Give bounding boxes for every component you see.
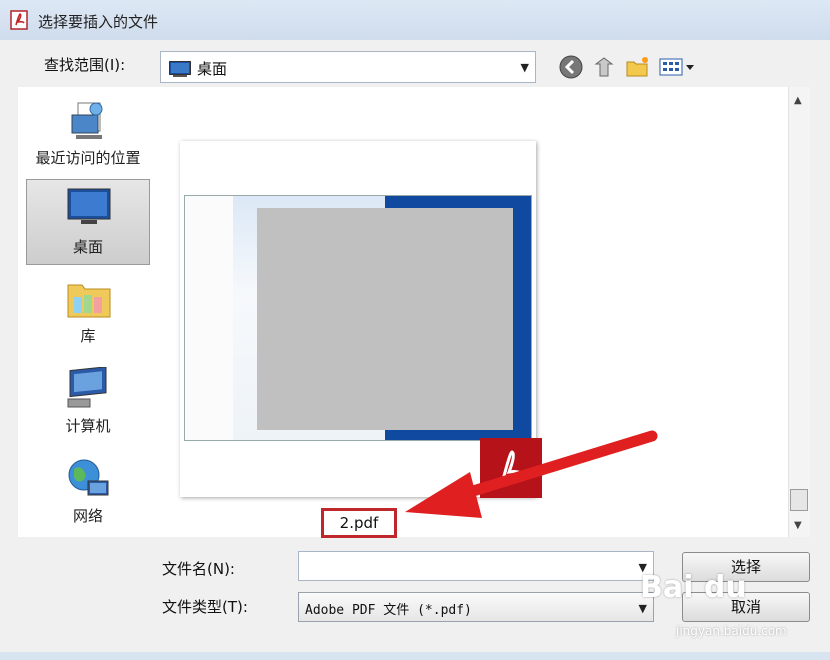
scroll-thumb[interactable] [790, 489, 808, 511]
place-computer[interactable]: 计算机 [26, 359, 150, 445]
watermark-logo: Bai du [640, 570, 747, 605]
filename-input[interactable]: ▼ [298, 551, 654, 581]
place-label: 库 [80, 327, 96, 345]
pdf-preview [184, 195, 532, 441]
desktop-icon [67, 188, 111, 224]
network-globe-icon [68, 459, 109, 496]
filetype-value: Adobe PDF 文件 (*.pdf) [305, 603, 472, 618]
watermark-url: jingyan.baidu.com [676, 624, 787, 638]
places-bar: 最近访问的位置 桌面 库 计算机 网络 [18, 87, 158, 537]
chevron-down-icon: ▼ [520, 61, 529, 74]
computer-icon [67, 367, 107, 408]
desktop-icon [169, 61, 191, 77]
pdf-app-icon [10, 10, 28, 30]
lookin-dropdown[interactable]: 桌面 ▼ [160, 51, 536, 83]
window-title: 选择要插入的文件 [38, 13, 159, 31]
scroll-up-icon[interactable]: ▲ [794, 95, 802, 106]
place-network[interactable]: 网络 [26, 449, 150, 535]
pdf-file-icon [480, 438, 542, 498]
back-icon[interactable] [558, 54, 584, 80]
library-icon [67, 284, 111, 318]
file-name-label[interactable]: 2.pdf [321, 508, 397, 538]
filetype-dropdown[interactable]: Adobe PDF 文件 (*.pdf) ▼ [298, 592, 654, 622]
filename-label: 文件名(N): [162, 560, 235, 578]
new-folder-icon[interactable] [625, 54, 651, 80]
place-label: 最近访问的位置 [35, 149, 141, 167]
vertical-scrollbar[interactable]: ▲ ▼ [788, 87, 810, 537]
place-label: 计算机 [65, 417, 111, 435]
place-label: 桌面 [72, 238, 103, 256]
place-desktop[interactable]: 桌面 [26, 179, 150, 265]
file-list [158, 87, 788, 537]
view-menu-icon[interactable] [658, 54, 698, 80]
scroll-down-icon[interactable]: ▼ [794, 520, 802, 531]
recent-places-icon [71, 102, 103, 139]
place-library[interactable]: 库 [26, 269, 150, 355]
filetype-label: 文件类型(T): [162, 598, 248, 616]
title-bar: 选择要插入的文件 [0, 0, 830, 40]
redacted-area [257, 208, 513, 430]
lookin-value: 桌面 [197, 60, 228, 78]
place-recent[interactable]: 最近访问的位置 [26, 91, 150, 177]
lookin-label: 查找范围(I): [44, 56, 126, 74]
up-folder-icon[interactable] [592, 54, 618, 80]
place-label: 网络 [72, 507, 103, 525]
